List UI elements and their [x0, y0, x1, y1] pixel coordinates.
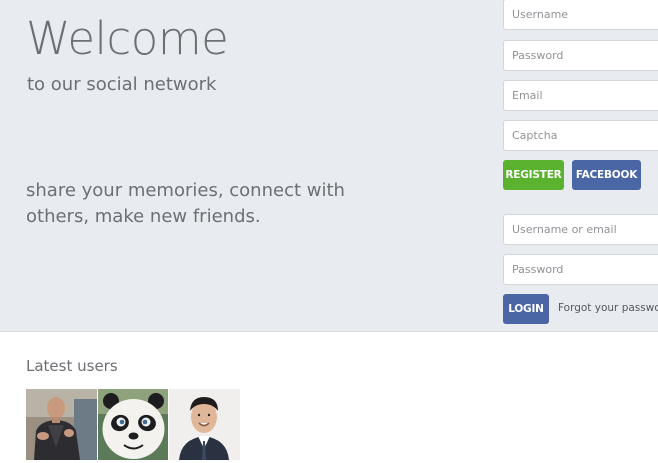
register-username-input[interactable]: [503, 0, 658, 30]
register-button[interactable]: REGISTER: [503, 160, 564, 190]
forgot-password-link[interactable]: Forgot your password?: [558, 302, 658, 314]
register-password-input[interactable]: [503, 40, 658, 71]
login-username-input[interactable]: [503, 214, 658, 245]
latest-users-heading: Latest users: [26, 357, 118, 375]
latest-users-list: [26, 389, 241, 460]
tagline: share your memories, connect with others…: [26, 180, 345, 227]
smiling-man-portrait-photo-icon[interactable]: [169, 389, 241, 460]
avatar-photo: [169, 389, 241, 460]
page-title: Welcome: [26, 12, 229, 65]
avatar-photo: [97, 389, 169, 460]
register-email-input[interactable]: [503, 80, 658, 111]
page-subtitle: to our social network: [27, 74, 217, 95]
avatar-photo: [26, 389, 97, 460]
captcha-input[interactable]: [503, 120, 658, 151]
login-button[interactable]: LOGIN: [503, 294, 549, 324]
login-password-input[interactable]: [503, 254, 658, 285]
panda-cartoon-photo-icon[interactable]: [97, 389, 169, 460]
bald-man-speaker-photo-icon[interactable]: [26, 389, 97, 460]
facebook-button[interactable]: FACEBOOK: [572, 160, 641, 190]
